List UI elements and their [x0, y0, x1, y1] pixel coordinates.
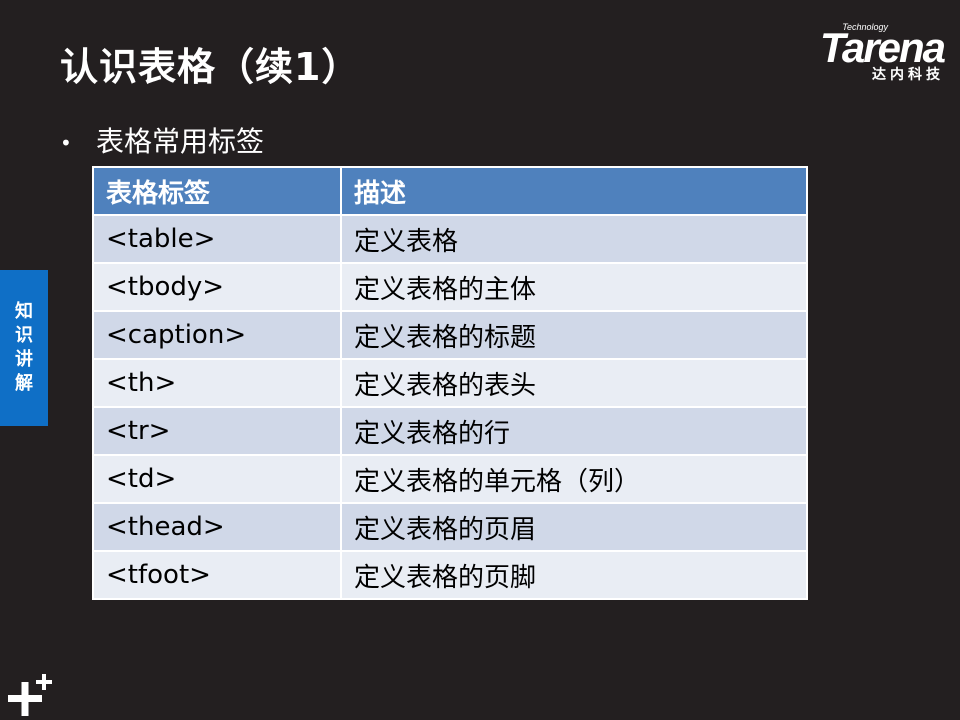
- side-tab-char: 解: [15, 373, 33, 394]
- description-cell: 定义表格: [340, 214, 808, 264]
- table-row: <caption> 定义表格的标题: [92, 310, 808, 360]
- description-cell: 定义表格的页眉: [340, 502, 808, 552]
- header-cell-description: 描述: [340, 166, 808, 216]
- logo-chinese-text: 达内科技: [872, 67, 944, 83]
- tag-cell: <td>: [92, 454, 342, 504]
- description-cell: 定义表格的表头: [340, 358, 808, 408]
- table-row: <th> 定义表格的表头: [92, 358, 808, 408]
- table-row: <tfoot> 定义表格的页脚: [92, 550, 808, 600]
- tag-cell: <th>: [92, 358, 342, 408]
- table-row: <tr> 定义表格的行: [92, 406, 808, 456]
- description-cell: 定义表格的单元格（列）: [340, 454, 808, 504]
- table-row: <thead> 定义表格的页眉: [92, 502, 808, 552]
- header-cell-tag: 表格标签: [92, 166, 342, 216]
- tag-cell: <tfoot>: [92, 550, 342, 600]
- tag-cell: <tr>: [92, 406, 342, 456]
- side-tab-char: 知: [15, 301, 33, 322]
- description-cell: 定义表格的行: [340, 406, 808, 456]
- tag-cell: <thead>: [92, 502, 342, 552]
- tag-cell: <table>: [92, 214, 342, 264]
- tarena-logo: Technology Tarena 达内科技: [779, 22, 946, 84]
- slide-title: 认识表格（续1）: [60, 45, 361, 89]
- plus-icon: [8, 674, 52, 716]
- description-cell: 定义表格的主体: [340, 262, 808, 312]
- table-row: <table> 定义表格: [92, 214, 808, 264]
- bullet-text: 表格常用标签: [96, 125, 265, 158]
- tag-table: 表格标签 描述 <table> 定义表格 <tbody> 定义表格的主体 <ca…: [92, 166, 808, 600]
- table-header-row: 表格标签 描述: [92, 166, 808, 216]
- tag-cell: <caption>: [92, 310, 342, 360]
- bullet-item: • 表格常用标签: [60, 120, 264, 160]
- tag-cell: <tbody>: [92, 262, 342, 312]
- side-tab-knowledge: 知 识 讲 解: [0, 270, 48, 426]
- side-tab-char: 识: [15, 325, 33, 346]
- bullet-dot-icon: •: [60, 131, 72, 155]
- table-row: <tbody> 定义表格的主体: [92, 262, 808, 312]
- side-tab-char: 讲: [15, 349, 33, 370]
- description-cell: 定义表格的标题: [340, 310, 808, 360]
- description-cell: 定义表格的页脚: [340, 550, 808, 600]
- table-row: <td> 定义表格的单元格（列）: [92, 454, 808, 504]
